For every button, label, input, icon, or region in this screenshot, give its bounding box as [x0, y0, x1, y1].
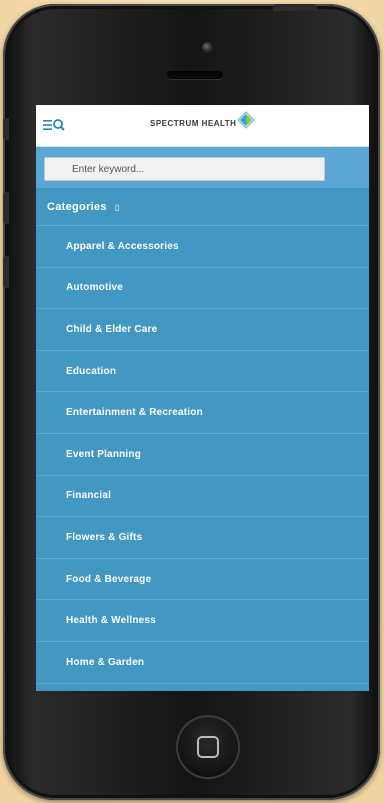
category-item-financial[interactable]: Financial [36, 476, 369, 518]
power-button [273, 4, 317, 11]
category-item-automotive[interactable]: Automotive [36, 268, 369, 310]
category-label: Flowers & Gifts [66, 531, 143, 543]
category-label: Education [66, 365, 117, 377]
category-item-entertainment[interactable]: Entertainment & Recreation [36, 392, 369, 434]
category-label: Food & Beverage [66, 573, 152, 585]
logo[interactable]: SPECTRUM HEALTH [150, 111, 256, 129]
menu-search-icon[interactable] [43, 118, 65, 132]
category-item-education[interactable]: Education [36, 351, 369, 393]
camera-icon [202, 42, 213, 53]
category-label: Financial [66, 490, 112, 502]
search-bar [36, 147, 369, 188]
category-label: Apparel & Accessories [66, 240, 179, 252]
logo-text: SPECTRUM HEALTH [150, 118, 237, 128]
search-input[interactable] [44, 157, 325, 181]
spectrum-logo-icon [237, 111, 256, 129]
category-item-home-garden[interactable]: Home & Garden [36, 642, 369, 684]
category-item-event-planning[interactable]: Event Planning [36, 434, 369, 476]
mute-switch [3, 118, 9, 140]
categories-title: Categories [47, 200, 107, 213]
category-label: Automotive [66, 282, 123, 294]
app-header: SPECTRUM HEALTH [36, 105, 369, 147]
category-label: Health & Wellness [66, 615, 156, 627]
category-item-flowers-gifts[interactable]: Flowers & Gifts [36, 517, 369, 559]
home-button-icon[interactable] [176, 715, 240, 779]
category-label: Entertainment & Recreation [66, 407, 203, 419]
category-item-child-elder-care[interactable]: Child & Elder Care [36, 309, 369, 351]
category-item-food-beverage[interactable]: Food & Beverage [36, 559, 369, 601]
category-label: Home & Garden [66, 656, 145, 668]
volume-up-button [3, 192, 9, 224]
phone-screen: SPECTRUM HEALTH Categories ▯ Apparel & A… [36, 105, 369, 691]
volume-down-button [3, 256, 9, 288]
category-label: Child & Elder Care [66, 323, 158, 335]
categories-header[interactable]: Categories ▯ [36, 188, 369, 226]
speaker-grille [167, 71, 223, 79]
category-list: Apparel & Accessories Automotive Child &… [36, 226, 369, 684]
category-item-apparel[interactable]: Apparel & Accessories [36, 226, 369, 268]
category-label: Event Planning [66, 448, 142, 460]
categories-toggle-icon: ▯ [114, 203, 120, 212]
category-item-health-wellness[interactable]: Health & Wellness [36, 600, 369, 642]
